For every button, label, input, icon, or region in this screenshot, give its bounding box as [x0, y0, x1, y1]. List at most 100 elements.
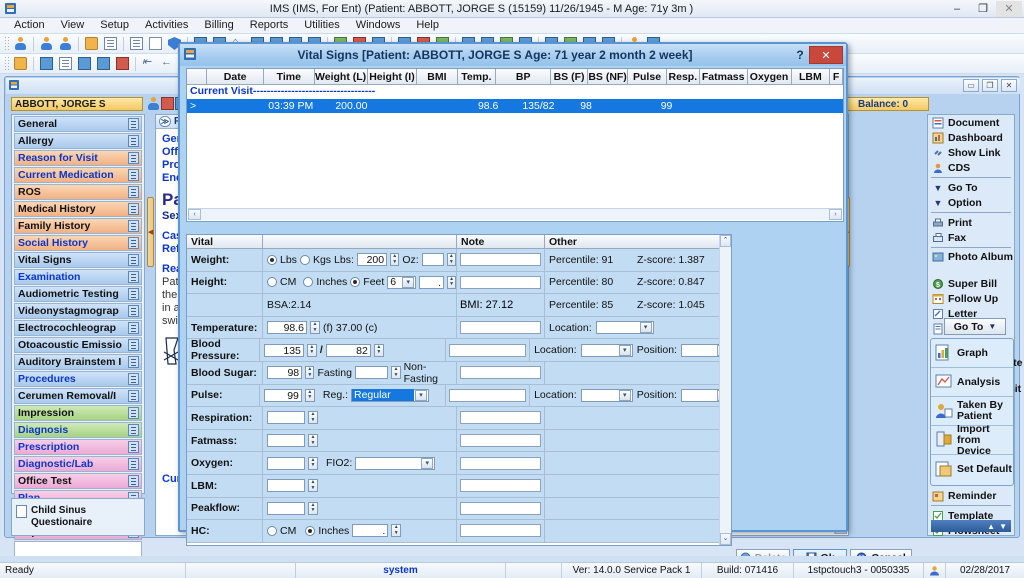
- sidebar-item-impression[interactable]: Impression: [14, 405, 142, 421]
- panel-scroll-up-icon[interactable]: ▲: [987, 522, 995, 531]
- menu-reports[interactable]: Reports: [242, 18, 297, 33]
- oxygen-spinner[interactable]: ▲ ▼: [308, 456, 318, 470]
- grid-col-bmi[interactable]: BMI: [417, 69, 458, 84]
- panel-scroll-strip[interactable]: ▲ ▼: [931, 520, 1011, 532]
- grid-col-bs-nf[interactable]: BS (NF): [588, 69, 629, 84]
- fatmass-note-input[interactable]: [460, 434, 541, 448]
- note-doc-icon[interactable]: [128, 152, 139, 164]
- edit-note-icon[interactable]: [57, 55, 74, 72]
- chart-minimize-button[interactable]: ▭: [963, 79, 979, 92]
- bp-diastolic-input[interactable]: 82: [325, 343, 371, 357]
- chevron-down-icon[interactable]: ▾: [618, 344, 631, 356]
- left-splitter-handle[interactable]: ◀: [147, 197, 154, 267]
- grid-col-weight[interactable]: Weight (L): [315, 69, 368, 84]
- favorite-icon[interactable]: [114, 55, 131, 72]
- bs-nonfasting-input[interactable]: [354, 366, 389, 380]
- lab-flask-icon[interactable]: [147, 35, 164, 52]
- grid-col-bp[interactable]: BP: [496, 69, 552, 84]
- import-from-device-button[interactable]: Import from Device: [931, 423, 1013, 456]
- grid-col-fatmass[interactable]: Fatmass: [700, 69, 748, 84]
- pulse-regularity-combo[interactable]: Regular ▾: [351, 388, 429, 402]
- expand-chevron-icon[interactable]: ≫: [159, 116, 171, 127]
- grid-col-bs-f[interactable]: BS (F): [551, 69, 588, 84]
- respiration-note-input[interactable]: [460, 411, 541, 425]
- menu-activities[interactable]: Activities: [137, 18, 196, 33]
- pulse-note-input[interactable]: [448, 388, 527, 402]
- grid-col-time[interactable]: Time: [264, 69, 315, 84]
- temperature-note-input[interactable]: [460, 321, 541, 335]
- panel-item-cds[interactable]: CDS: [928, 160, 1014, 175]
- hc-spinner[interactable]: ▲ ▼: [391, 524, 402, 538]
- note-doc-icon[interactable]: [128, 135, 139, 147]
- grid-scroll-right-icon[interactable]: ›: [829, 209, 842, 220]
- chart-close-button[interactable]: ✕: [1001, 79, 1017, 92]
- sidebar-item-procedures[interactable]: Procedures: [14, 371, 142, 387]
- hc-cm-radio[interactable]: [267, 525, 277, 536]
- vt-scroll-up-icon[interactable]: ⌃: [720, 235, 731, 247]
- respiration-spinner[interactable]: ▲ ▼: [308, 411, 318, 425]
- sidebar-item-audiometric-testing[interactable]: Audiometric Testing: [14, 286, 142, 302]
- set-default-button[interactable]: Set Default: [931, 455, 1013, 484]
- toolbar-grip-2[interactable]: [4, 55, 9, 72]
- hc-input[interactable]: .: [352, 524, 389, 538]
- taken-by-patient-button[interactable]: Taken By Patient: [931, 397, 1013, 426]
- pulse-location-combo[interactable]: ▾: [580, 388, 633, 402]
- goto-button[interactable]: Go To ▼: [944, 318, 1006, 335]
- maximize-button[interactable]: ❐: [970, 1, 996, 17]
- bs-fasting-spinner[interactable]: ▲ ▼: [305, 366, 315, 380]
- panel-item-show-link[interactable]: Show Link: [928, 145, 1014, 160]
- patient-name-banner[interactable]: ABBOTT, JORGE S: [11, 97, 143, 111]
- sidebar-item-family-history[interactable]: Family History: [14, 218, 142, 234]
- grid-col-temp[interactable]: Temp.: [458, 69, 497, 84]
- sidebar-item-diagnosis[interactable]: Diagnosis: [14, 422, 142, 438]
- chart-restore-button[interactable]: ❐: [982, 79, 998, 92]
- sidebar-item-ros[interactable]: ROS: [14, 184, 142, 200]
- pulse-input[interactable]: 99: [263, 388, 302, 402]
- grid-col-lbm[interactable]: LBM: [792, 69, 831, 84]
- chevron-down-icon[interactable]: ▾: [421, 457, 434, 469]
- toolbar-grip[interactable]: [4, 35, 9, 52]
- status-user-icon[interactable]: [924, 563, 946, 578]
- edit-chart-icon[interactable]: [102, 35, 119, 52]
- panel-scroll-down-icon[interactable]: ▼: [999, 522, 1007, 531]
- note-doc-icon[interactable]: [128, 390, 139, 402]
- note-doc-icon[interactable]: [128, 186, 139, 198]
- note-doc-icon[interactable]: [128, 339, 139, 351]
- temperature-location-combo[interactable]: ▾: [595, 321, 654, 335]
- grid-scroll-left-icon[interactable]: ‹: [188, 209, 201, 220]
- minimize-button[interactable]: –: [944, 1, 970, 17]
- grid-col-resp[interactable]: Resp.: [667, 69, 700, 84]
- bs-nonfasting-spinner[interactable]: ▲ ▼: [391, 366, 401, 380]
- table-row[interactable]: > 03:39 PM 200.00 98.6 135/82 98 99: [187, 99, 843, 113]
- bp-systolic-spinner[interactable]: ▲ ▼: [306, 343, 317, 357]
- note-doc-icon[interactable]: [128, 305, 139, 317]
- pulse-spinner[interactable]: ▲ ▼: [304, 388, 315, 402]
- sidebar-item-general[interactable]: General: [14, 116, 142, 132]
- bp-diastolic-spinner[interactable]: ▲ ▼: [373, 343, 384, 357]
- chevron-down-icon[interactable]: ▾: [639, 322, 652, 334]
- panel-item-follow-up[interactable]: Follow Up: [928, 291, 1014, 306]
- panel-item-option[interactable]: ▼ Option: [928, 195, 1014, 210]
- sidebar-item-prescription[interactable]: Prescription: [14, 439, 142, 455]
- sidebar-item-otoacoustic-emissions[interactable]: Otoacoustic Emissio: [14, 337, 142, 353]
- peakflow-spinner[interactable]: ▲ ▼: [308, 501, 318, 515]
- note-doc-icon[interactable]: [128, 169, 139, 181]
- dialog-close-button[interactable]: ✕: [809, 46, 843, 64]
- fio2-combo[interactable]: ▾: [355, 456, 436, 470]
- bs-fasting-input[interactable]: 98: [267, 366, 303, 380]
- sidebar-item-examination[interactable]: Examination: [14, 269, 142, 285]
- note-doc-icon[interactable]: [128, 288, 139, 300]
- grid-col-date[interactable]: Date: [207, 69, 265, 84]
- height-feet-combo[interactable]: 6 ▾: [387, 275, 417, 289]
- note-doc-icon[interactable]: [128, 424, 139, 436]
- hc-inches-radio[interactable]: [305, 525, 316, 536]
- weight-lbs-spinner[interactable]: ▲ ▼: [390, 253, 400, 267]
- panel-item-dashboard[interactable]: Dashboard: [928, 130, 1014, 145]
- sidebar-item-diagnostic-lab[interactable]: Diagnostic/Lab: [14, 456, 142, 472]
- menu-action[interactable]: Action: [6, 18, 53, 33]
- sidebar-item-office-test[interactable]: Office Test: [14, 473, 142, 489]
- note-doc-icon[interactable]: [128, 203, 139, 215]
- menu-help[interactable]: Help: [408, 18, 447, 33]
- panel-item-fax[interactable]: Fax: [928, 230, 1014, 245]
- sidebar-item-videonystagmography[interactable]: Videonystagmograp: [14, 303, 142, 319]
